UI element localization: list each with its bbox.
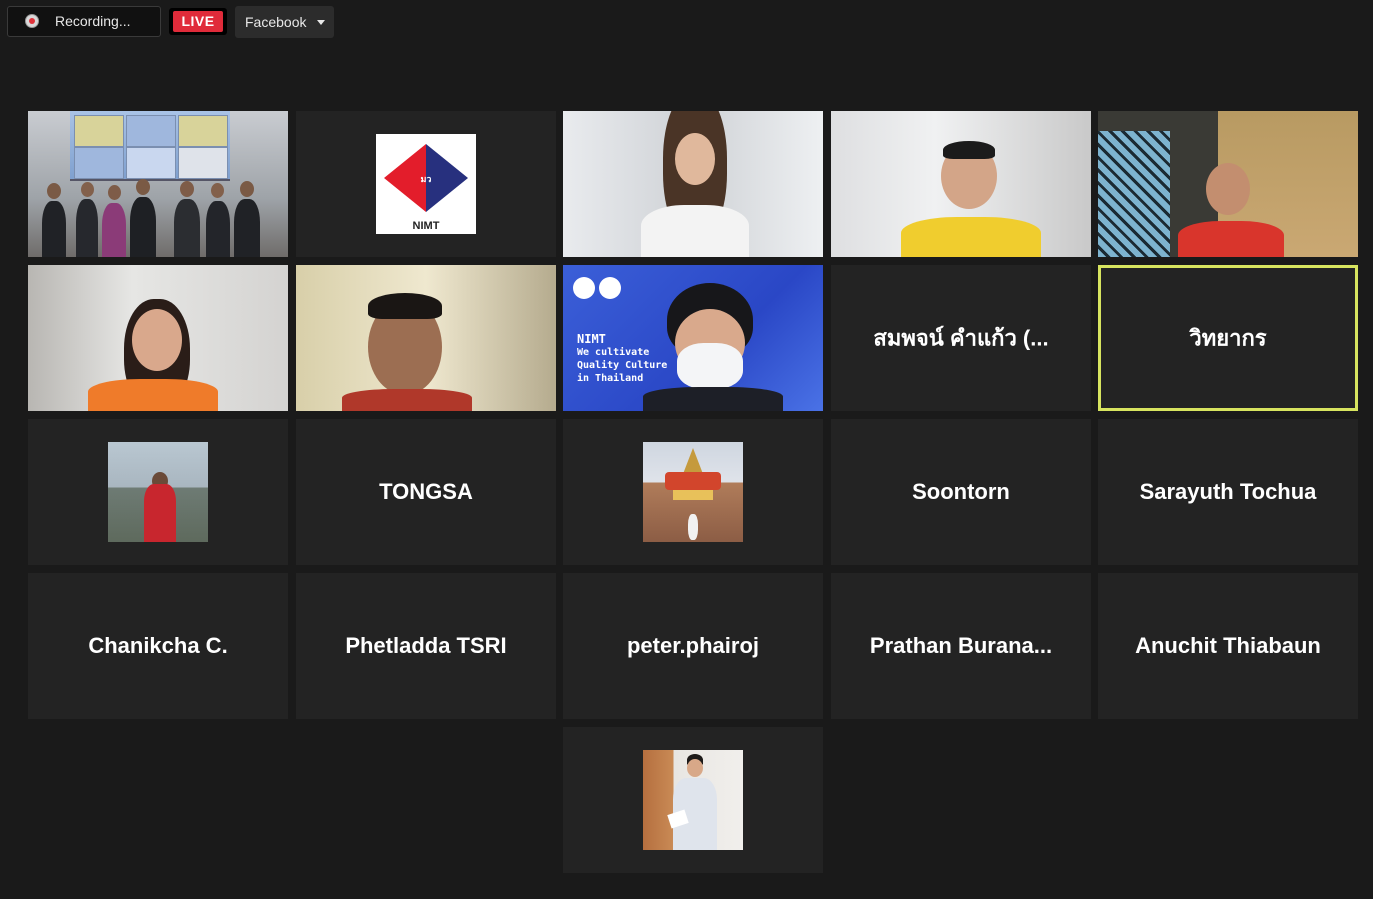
profile-picture xyxy=(108,442,208,542)
stream-target-dropdown[interactable]: Facebook xyxy=(235,6,334,38)
recording-indicator[interactable]: Recording... xyxy=(7,6,161,37)
participant-video-tile[interactable] xyxy=(28,111,288,257)
participant-video xyxy=(28,265,288,411)
participant-video xyxy=(563,111,823,257)
profile-picture xyxy=(643,442,743,542)
participant-name: Soontorn xyxy=(912,479,1010,504)
participant-video xyxy=(28,111,288,257)
record-icon xyxy=(25,14,39,28)
meeting-top-toolbar: Recording... LIVE Facebook xyxy=(0,0,1373,44)
participant-video-tile[interactable] xyxy=(296,265,556,411)
participant-name: Chanikcha C. xyxy=(88,633,228,658)
participant-name-tile[interactable]: Anuchit Thiabaun xyxy=(1098,573,1358,719)
participant-name-tile[interactable]: Prathan Burana... xyxy=(831,573,1091,719)
logo-text: NIMT xyxy=(412,220,440,232)
virtual-background-text: NIMT We cultivate Quality Culture in Tha… xyxy=(577,332,668,385)
participant-video-tile[interactable] xyxy=(831,111,1091,257)
participant-name-tile[interactable]: TONGSA xyxy=(296,419,556,565)
participant-name: สมพจน์ คำแก้ว (... xyxy=(873,325,1049,351)
participant-video-tile[interactable] xyxy=(28,265,288,411)
participant-name-tile[interactable]: Chanikcha C. xyxy=(28,573,288,719)
chevron-down-icon xyxy=(317,20,325,25)
participant-video-tile[interactable]: NIMT We cultivate Quality Culture in Tha… xyxy=(563,265,823,411)
participant-name: Phetladda TSRI xyxy=(345,633,507,658)
nimt-logo: มว NIMT xyxy=(376,134,476,234)
participant-logo-tile[interactable]: มว NIMT xyxy=(296,111,556,257)
participant-video: NIMT We cultivate Quality Culture in Tha… xyxy=(563,265,823,411)
participant-name: Sarayuth Tochua xyxy=(1139,479,1317,504)
participant-avatar-tile[interactable] xyxy=(563,419,823,565)
participant-avatar-tile[interactable] xyxy=(563,727,823,873)
participant-name-tile[interactable]: สมพจน์ คำแก้ว (... xyxy=(831,265,1091,411)
recording-label: Recording... xyxy=(55,13,131,29)
participant-name: TONGSA xyxy=(379,479,473,504)
participant-video xyxy=(296,265,556,411)
participant-name-tile[interactable]: Sarayuth Tochua xyxy=(1098,419,1358,565)
participant-name: peter.phairoj xyxy=(626,633,760,658)
participant-name: วิทยากร xyxy=(1189,325,1267,351)
participant-name-tile[interactable]: Phetladda TSRI xyxy=(296,573,556,719)
live-label: LIVE xyxy=(173,11,223,32)
profile-picture xyxy=(643,750,743,850)
participant-avatar-tile[interactable] xyxy=(28,419,288,565)
active-speaker-tile[interactable]: วิทยากร xyxy=(1098,265,1358,411)
participant-video-tile[interactable] xyxy=(1098,111,1358,257)
participant-video xyxy=(831,111,1091,257)
live-badge[interactable]: LIVE xyxy=(169,8,227,35)
projected-screen xyxy=(70,111,230,181)
participant-video-tile[interactable] xyxy=(563,111,823,257)
participant-name-tile[interactable]: peter.phairoj xyxy=(563,573,823,719)
participant-name: Anuchit Thiabaun xyxy=(1135,633,1321,658)
stream-target-label: Facebook xyxy=(245,14,307,30)
participant-name-tile[interactable]: Soontorn xyxy=(831,419,1091,565)
participant-name: Prathan Burana... xyxy=(869,633,1053,658)
logo-mark: มว xyxy=(420,174,432,184)
participant-video xyxy=(1098,111,1358,257)
